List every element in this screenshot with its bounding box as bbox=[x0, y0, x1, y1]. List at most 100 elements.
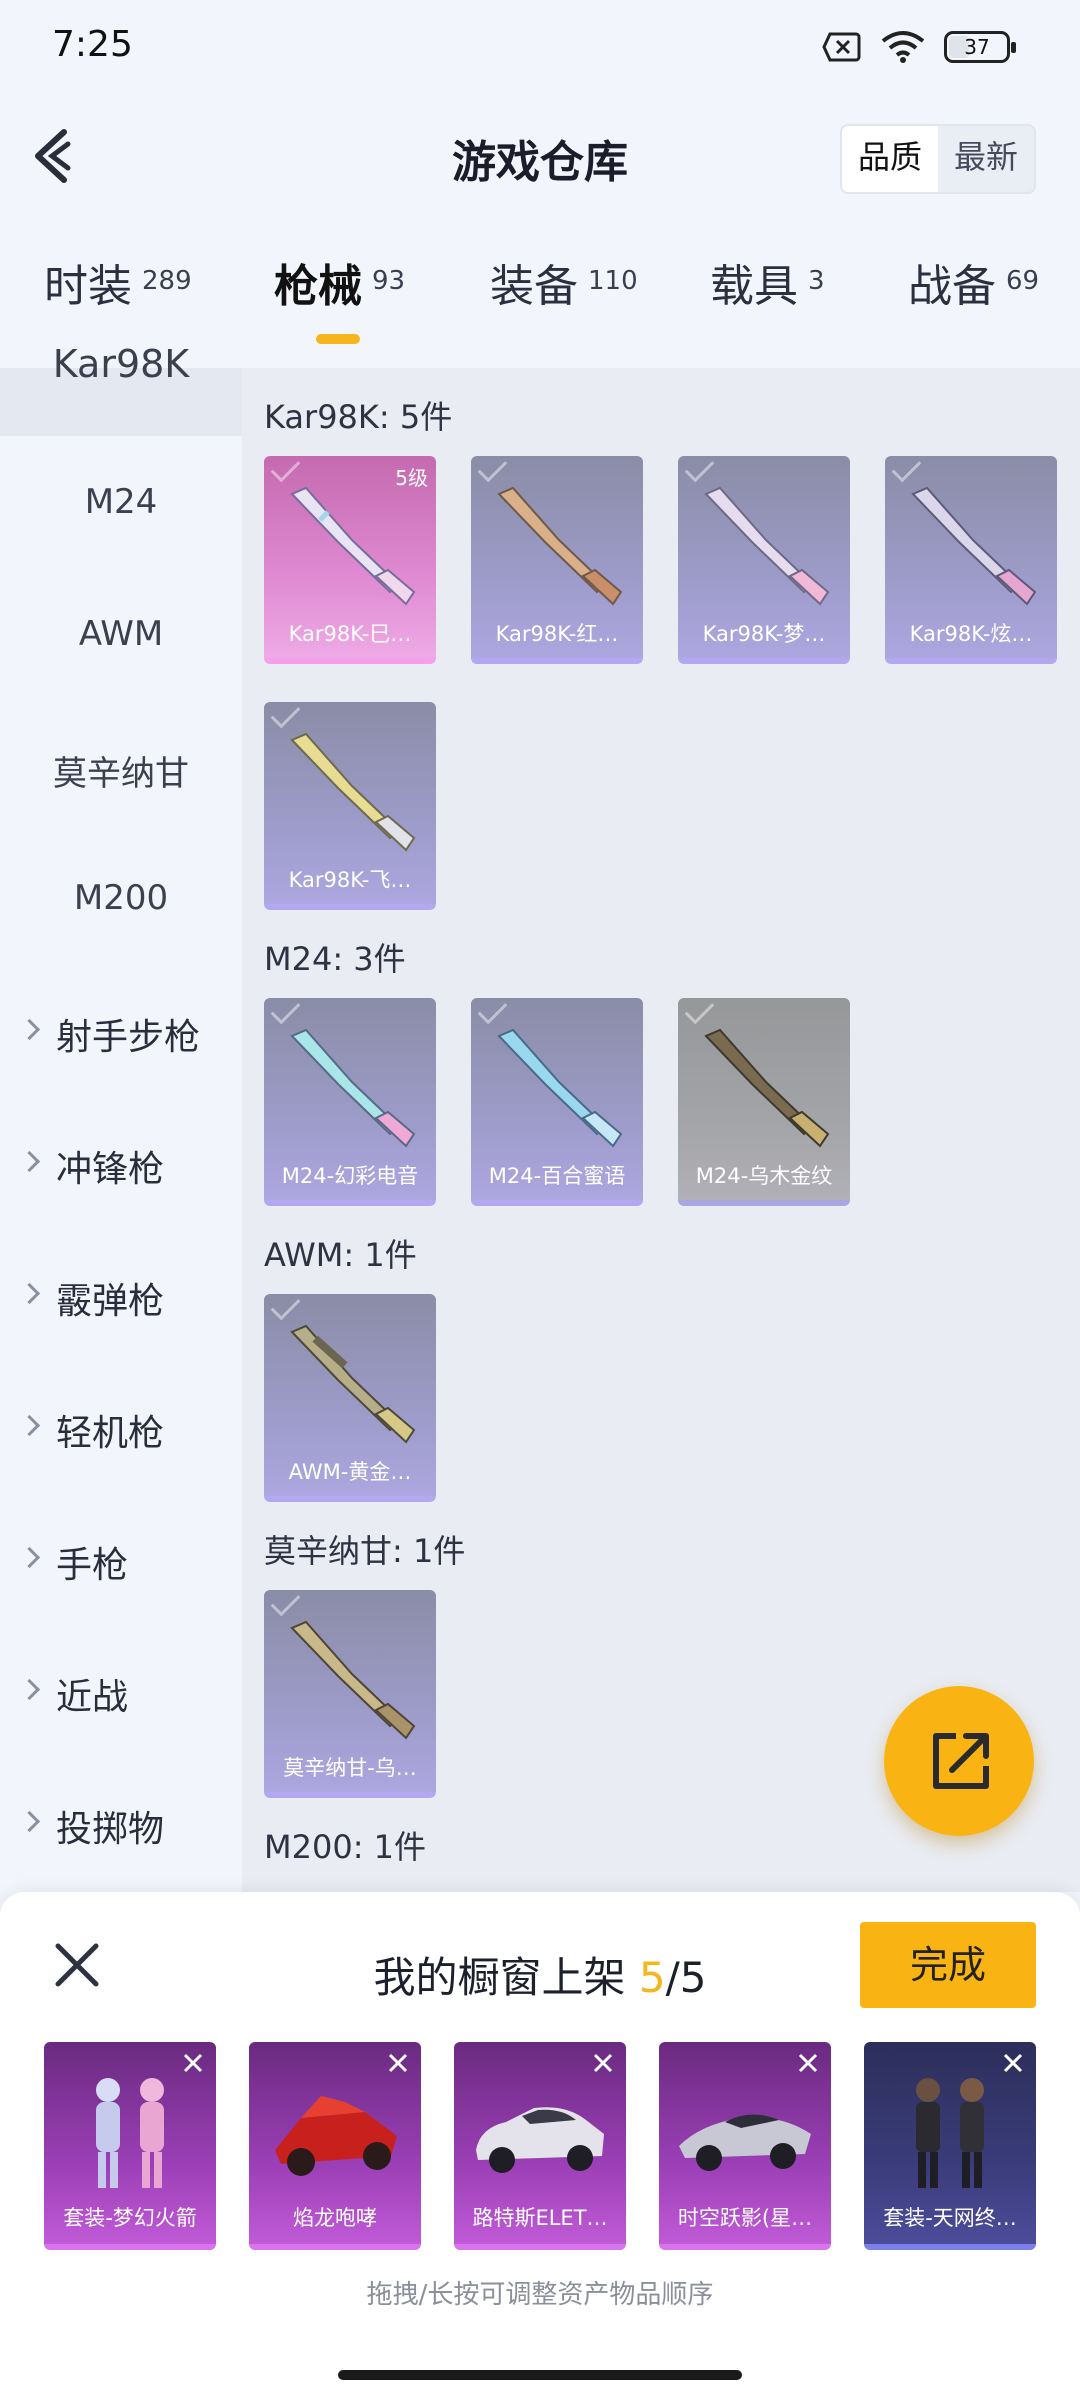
tab-count: 289 bbox=[142, 266, 192, 296]
sidebar-category-label: 霰弹枪 bbox=[56, 1281, 165, 1322]
battery-level: 37 bbox=[964, 35, 990, 59]
sidebar-category-label: 射手步枪 bbox=[56, 1017, 201, 1058]
showcase-item-name: 套装-天网终… bbox=[883, 2206, 1017, 2230]
sidebar-category-label: 手枪 bbox=[56, 1545, 129, 1586]
item-card[interactable]: M24-乌木金纹 bbox=[678, 998, 850, 1206]
showcase-item[interactable]: 套装-梦幻火箭 bbox=[44, 2042, 216, 2250]
section-title-m200: M200: 1件 bbox=[264, 1828, 427, 1866]
check-icon bbox=[270, 702, 301, 729]
showcase-item[interactable]: 时空跃影(星… bbox=[659, 2042, 831, 2250]
section-title-awm: AWM: 1件 bbox=[264, 1236, 417, 1274]
tab-equipment[interactable]: 装备 110 bbox=[490, 250, 638, 314]
rifle-icon bbox=[497, 1028, 623, 1148]
check-icon bbox=[270, 1590, 301, 1617]
check-icon bbox=[477, 998, 508, 1025]
section-title-kar98k: Kar98K: 5件 bbox=[264, 398, 453, 436]
outfit-icon bbox=[916, 2078, 984, 2188]
sidebar-category-label: 轻机枪 bbox=[56, 1413, 165, 1454]
item-card[interactable]: 5级 Kar98K-巳… bbox=[264, 456, 436, 664]
sidebar-item-awm[interactable]: AWM bbox=[0, 614, 242, 654]
status-icons: 37 bbox=[822, 30, 1016, 64]
item-name: M24-百合蜜语 bbox=[488, 1164, 626, 1188]
active-tab-indicator bbox=[316, 334, 360, 344]
done-button[interactable]: 完成 bbox=[860, 1922, 1036, 2008]
home-indicator[interactable] bbox=[338, 2370, 742, 2380]
sort-newest-button[interactable]: 最新 bbox=[938, 126, 1034, 192]
sidebar-item-kar98k[interactable]: Kar98K bbox=[0, 342, 242, 386]
showcase-item[interactable]: 路特斯ELET… bbox=[454, 2042, 626, 2250]
section-title-m24: M24: 3件 bbox=[264, 940, 406, 978]
outfit-icon bbox=[96, 2078, 164, 2188]
tab-label: 时装 bbox=[44, 261, 132, 312]
tab-gear[interactable]: 战备 69 bbox=[908, 250, 1039, 314]
tab-label: 战备 bbox=[908, 261, 996, 312]
car-icon bbox=[476, 2107, 604, 2173]
section-title-mosin: 莫辛纳甘: 1件 bbox=[264, 1532, 466, 1570]
battery-icon: 37 bbox=[944, 31, 1016, 63]
rifle-icon bbox=[704, 1028, 830, 1148]
showcase-item-name: 路特斯ELET… bbox=[472, 2206, 608, 2230]
item-name: Kar98K-飞… bbox=[288, 868, 412, 892]
item-name: M24-幻彩电音 bbox=[281, 1164, 419, 1188]
tab-label: 装备 bbox=[490, 261, 578, 312]
rifle-icon bbox=[290, 732, 416, 852]
rifle-icon bbox=[290, 1028, 416, 1148]
showcase-item[interactable]: 套装-天网终… bbox=[864, 2042, 1036, 2250]
check-icon bbox=[270, 998, 301, 1025]
sort-toggle: 品质 最新 bbox=[839, 124, 1036, 194]
share-button[interactable] bbox=[884, 1686, 1034, 1836]
tab-count: 93 bbox=[372, 266, 406, 296]
showcase-title-text: 我的橱窗上架 bbox=[373, 1953, 626, 2002]
rifle-icon bbox=[290, 1620, 416, 1740]
sidebar-category-label: 冲锋枪 bbox=[56, 1149, 165, 1190]
sidebar-item-mosin[interactable]: 莫辛纳甘 bbox=[0, 746, 242, 795]
sidebar-category-label: 投掷物 bbox=[56, 1809, 165, 1850]
no-sim-icon bbox=[822, 32, 861, 62]
item-card[interactable]: Kar98K-红… bbox=[471, 456, 643, 664]
sidebar bbox=[0, 368, 242, 1892]
sidebar-item-m24[interactable]: M24 bbox=[0, 482, 242, 522]
item-name: 莫辛纳甘-乌… bbox=[283, 1756, 417, 1780]
rifle-icon bbox=[497, 486, 623, 606]
showcase-item[interactable]: 焰龙咆哮 bbox=[249, 2042, 421, 2250]
item-card[interactable]: AWM-黄金… bbox=[264, 1294, 436, 1502]
item-card[interactable]: M24-幻彩电音 bbox=[264, 998, 436, 1206]
check-icon bbox=[270, 456, 301, 483]
vehicle-icon bbox=[275, 2096, 397, 2176]
tab-count: 69 bbox=[1006, 266, 1040, 296]
showcase-item-name: 焰龙咆哮 bbox=[293, 2206, 377, 2230]
tab-vehicles[interactable]: 载具 3 bbox=[710, 250, 825, 314]
tab-costumes[interactable]: 时装 289 bbox=[44, 250, 192, 314]
item-name: M24-乌木金纹 bbox=[695, 1164, 833, 1188]
tab-weapons[interactable]: 枪械 93 bbox=[274, 250, 405, 314]
showcase-count-total: /5 bbox=[665, 1953, 707, 2002]
item-name: Kar98K-炫… bbox=[909, 622, 1033, 646]
item-name: Kar98K-巳… bbox=[288, 622, 412, 646]
showcase-item-name: 时空跃影(星… bbox=[677, 2206, 813, 2230]
item-card[interactable]: M24-百合蜜语 bbox=[471, 998, 643, 1206]
check-icon bbox=[270, 1294, 301, 1321]
item-card[interactable]: 莫辛纳甘-乌… bbox=[264, 1590, 436, 1798]
tab-count: 110 bbox=[588, 266, 638, 296]
item-card[interactable]: Kar98K-梦… bbox=[678, 456, 850, 664]
sidebar-item-m200[interactable]: M200 bbox=[0, 878, 242, 918]
tab-label: 载具 bbox=[710, 261, 798, 312]
item-name: Kar98K-红… bbox=[495, 622, 619, 646]
item-name: Kar98K-梦… bbox=[702, 622, 826, 646]
rifle-icon bbox=[290, 486, 416, 606]
sort-quality-button[interactable]: 品质 bbox=[841, 126, 938, 192]
showcase-count-current: 5 bbox=[638, 1953, 666, 2002]
rifle-icon bbox=[290, 1324, 416, 1444]
showcase-item-name: 套装-梦幻火箭 bbox=[63, 2206, 197, 2230]
tab-label: 枪械 bbox=[274, 261, 362, 312]
item-name: AWM-黄金… bbox=[288, 1460, 412, 1484]
rifle-icon bbox=[911, 486, 1037, 606]
item-card[interactable]: Kar98K-飞… bbox=[264, 702, 436, 910]
status-time: 7:25 bbox=[52, 24, 133, 65]
check-icon bbox=[891, 456, 922, 483]
item-card[interactable]: Kar98K-炫… bbox=[885, 456, 1057, 664]
wifi-icon bbox=[881, 31, 925, 63]
share-external-icon bbox=[933, 1733, 989, 1789]
car-icon bbox=[679, 2114, 811, 2171]
check-icon bbox=[684, 456, 715, 483]
